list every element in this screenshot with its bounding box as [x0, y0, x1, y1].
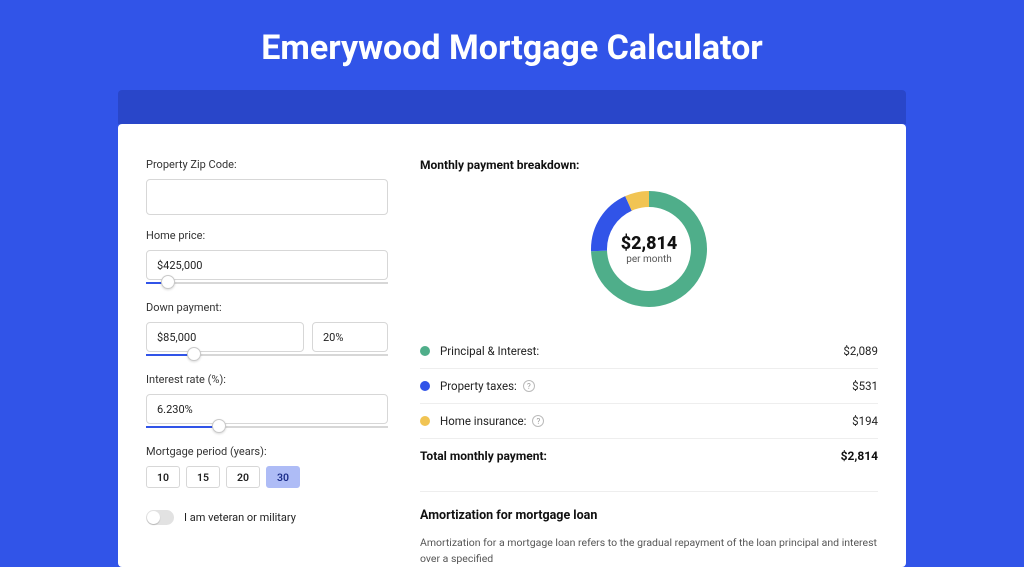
period-button-30[interactable]: 30	[266, 466, 300, 488]
legend-dot	[420, 381, 430, 391]
legend-label: Home insurance:	[440, 414, 526, 428]
mortgage-period-label: Mortgage period (years):	[146, 445, 388, 458]
legend-label: Property taxes:	[440, 379, 517, 393]
mortgage-period-group: 10 15 20 30	[146, 466, 388, 488]
home-price-input[interactable]	[146, 250, 388, 280]
slider-thumb[interactable]	[187, 347, 201, 361]
home-price-label: Home price:	[146, 229, 388, 242]
period-button-10[interactable]: 10	[146, 466, 180, 488]
period-button-20[interactable]: 20	[226, 466, 260, 488]
breakdown-title: Monthly payment breakdown:	[420, 158, 878, 172]
legend-row: Principal & Interest: $2,089	[420, 334, 878, 368]
page-title: Emerywood Mortgage Calculator	[0, 0, 1024, 90]
header-strip	[118, 90, 906, 124]
interest-rate-slider[interactable]	[146, 423, 388, 431]
legend-dot	[420, 416, 430, 426]
breakdown-legend: Principal & Interest: $2,089 Property taxe…	[420, 334, 878, 438]
legend-row: Property taxes:? $531	[420, 368, 878, 403]
legend-label: Principal & Interest:	[440, 344, 539, 358]
veteran-toggle[interactable]	[146, 510, 174, 525]
home-price-slider[interactable]	[146, 279, 388, 287]
legend-row: Home insurance:? $194	[420, 403, 878, 438]
down-payment-label: Down payment:	[146, 301, 388, 314]
period-button-15[interactable]: 15	[186, 466, 220, 488]
legend-value: $2,089	[843, 344, 878, 358]
info-icon[interactable]: ?	[523, 380, 535, 392]
slider-thumb[interactable]	[161, 275, 175, 289]
info-icon[interactable]: ?	[532, 415, 544, 427]
legend-value: $531	[852, 379, 878, 393]
total-value: $2,814	[841, 449, 878, 463]
interest-rate-input[interactable]	[146, 394, 388, 424]
calculator-card: Property Zip Code: Home price: Down paym…	[118, 124, 906, 567]
donut-center-sub: per month	[626, 254, 672, 265]
payment-donut-chart: $2,814 per month	[586, 186, 712, 312]
slider-thumb[interactable]	[212, 419, 226, 433]
veteran-label: I am veteran or military	[184, 511, 296, 524]
donut-center-value: $2,814	[621, 233, 678, 254]
amortization-title: Amortization for mortgage loan	[420, 508, 878, 523]
zip-input[interactable]	[146, 179, 388, 215]
breakdown-panel: Monthly payment breakdown: $2,814 per mo…	[420, 158, 878, 567]
total-row: Total monthly payment: $2,814	[420, 438, 878, 473]
down-payment-slider[interactable]	[146, 351, 388, 359]
toggle-knob	[147, 511, 160, 524]
zip-label: Property Zip Code:	[146, 158, 388, 171]
amortization-body: Amortization for a mortgage loan refers …	[420, 535, 878, 567]
down-payment-input[interactable]	[146, 322, 304, 352]
legend-value: $194	[852, 414, 878, 428]
amortization-section: Amortization for mortgage loan Amortizat…	[420, 491, 878, 567]
interest-rate-label: Interest rate (%):	[146, 373, 388, 386]
down-payment-pct-input[interactable]	[312, 322, 388, 352]
total-label: Total monthly payment:	[420, 449, 547, 463]
legend-dot	[420, 346, 430, 356]
inputs-panel: Property Zip Code: Home price: Down paym…	[146, 158, 388, 567]
